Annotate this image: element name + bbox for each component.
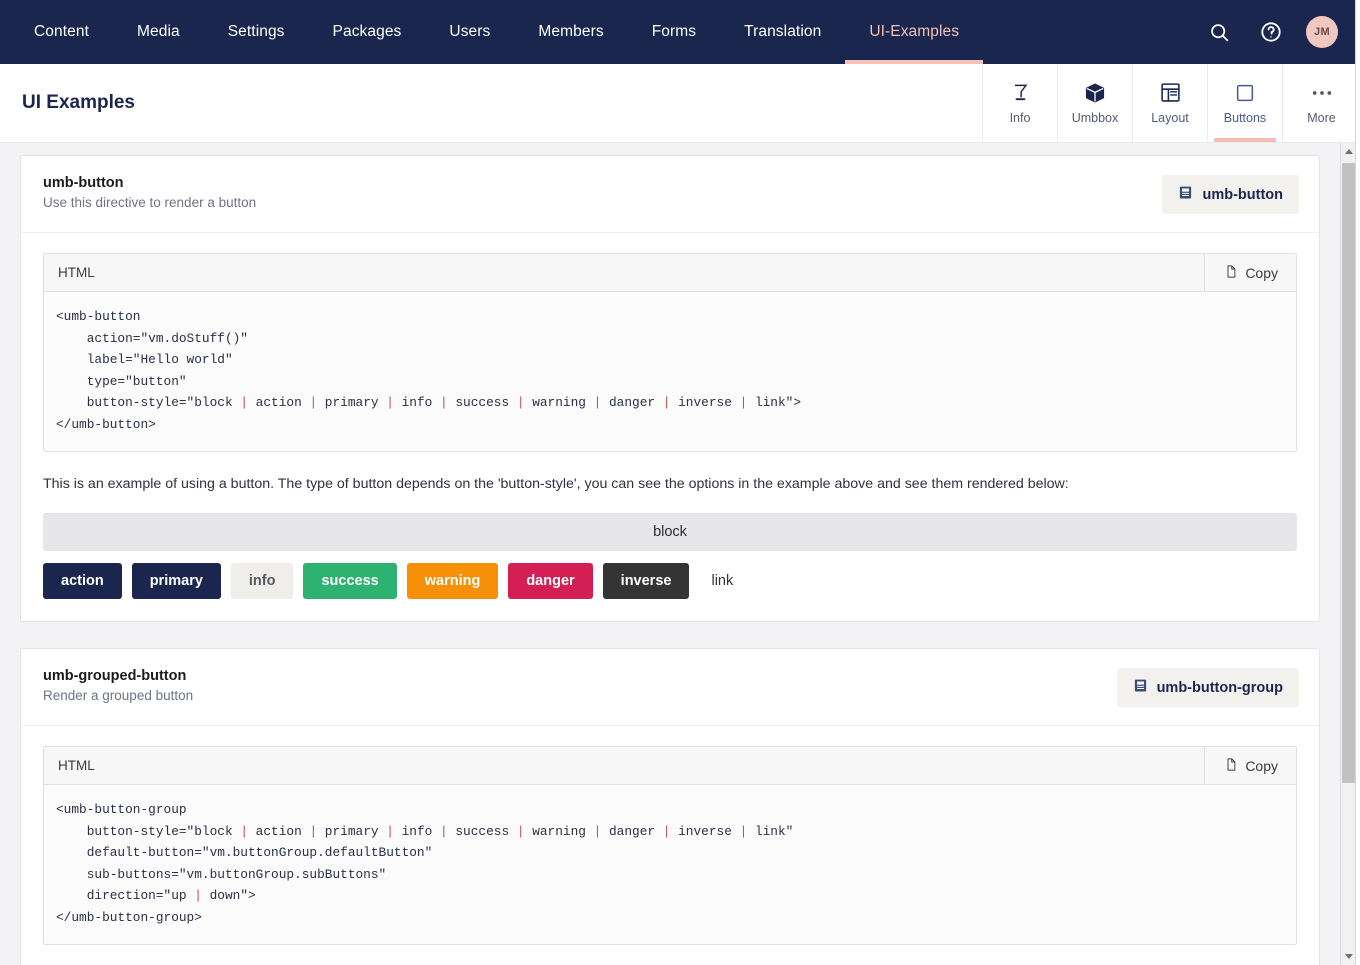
topnav-label: Forms <box>651 23 697 40</box>
book-icon <box>1133 678 1148 697</box>
code-block: HTML Copy <umb-button-group button-style… <box>43 746 1297 946</box>
code-block-header: HTML Copy <box>44 747 1296 786</box>
tab-label: Umbbox <box>1071 110 1119 125</box>
search-icon[interactable] <box>1202 15 1236 49</box>
card-header-text: umb-button Use this directive to render … <box>43 175 1162 210</box>
topnav-item-packages[interactable]: Packages <box>309 0 426 64</box>
tab-label: Info <box>1009 110 1031 125</box>
tab-label: More <box>1307 110 1336 125</box>
demo-button-primary[interactable]: primary <box>131 562 221 600</box>
code-language-label: HTML <box>58 758 95 774</box>
card-subtitle: Render a grouped button <box>43 688 194 704</box>
trophy-icon <box>1011 82 1030 104</box>
docs-badge-label: umb-button <box>1202 186 1283 203</box>
card-body: HTML Copy <umb-button-group button-style… <box>21 726 1319 965</box>
topnav-item-ui-examples[interactable]: UI-Examples <box>845 0 983 64</box>
code-language-label: HTML <box>58 265 95 280</box>
square-icon <box>1235 82 1255 104</box>
card-umb-button: umb-button Use this directive to render … <box>20 155 1320 623</box>
sub-header: UI Examples Info Umbbox Layout Buttons M… <box>0 64 1360 143</box>
topnav-label: Content <box>34 23 89 40</box>
vertical-scrollbar[interactable] <box>1340 143 1356 965</box>
docs-badge-umb-button[interactable]: umb-button <box>1162 175 1299 214</box>
copy-icon <box>1223 757 1238 775</box>
ellipsis-icon <box>1311 82 1333 104</box>
card-header: umb-grouped-button Render a grouped butt… <box>21 649 1319 727</box>
copy-button[interactable]: Copy <box>1204 747 1296 785</box>
topnav-item-translation[interactable]: Translation <box>720 0 845 64</box>
copy-label: Copy <box>1245 264 1278 281</box>
card-title: umb-button <box>43 175 124 191</box>
section-description: This is an example of using a button. Th… <box>43 476 1069 492</box>
demo-button-inverse[interactable]: inverse <box>602 562 690 600</box>
book-icon <box>1178 185 1193 204</box>
demo-button-info[interactable]: info <box>230 562 294 600</box>
demo-button-success[interactable]: success <box>303 562 397 600</box>
help-circle-icon[interactable] <box>1254 15 1288 49</box>
top-nav-items: Content Media Settings Packages Users Me… <box>10 0 983 64</box>
avatar[interactable]: JM <box>1306 16 1338 48</box>
topnav-item-members[interactable]: Members <box>514 0 627 64</box>
topnav-label: UI-Examples <box>869 23 960 40</box>
code-content[interactable]: <umb-button-group button-style="block | … <box>44 785 1296 944</box>
sub-tabs: Info Umbbox Layout Buttons More <box>982 64 1360 142</box>
tab-info[interactable]: Info <box>982 64 1057 142</box>
page-title: UI Examples <box>22 92 135 113</box>
demo-button-warning[interactable]: warning <box>406 562 499 600</box>
topnav-item-users[interactable]: Users <box>425 0 514 64</box>
topnav-label: Translation <box>744 23 822 40</box>
docs-badge-umb-button-group[interactable]: umb-button-group <box>1116 668 1299 708</box>
card-title: umb-grouped-button <box>43 668 187 685</box>
topnav-item-content[interactable]: Content <box>10 0 113 64</box>
docs-badge-label: umb-button-group <box>1156 679 1283 696</box>
card-body: HTML Copy <umb-button action="vm.doStuff… <box>21 233 1319 621</box>
tab-buttons[interactable]: Buttons <box>1207 64 1282 142</box>
top-navigation-bar: Content Media Settings Packages Users Me… <box>0 0 1360 64</box>
tab-label: Layout <box>1151 110 1189 125</box>
demo-button-action[interactable]: action <box>43 562 122 600</box>
topnav-item-forms[interactable]: Forms <box>628 0 720 64</box>
copy-button[interactable]: Copy <box>1204 254 1296 291</box>
layout-icon <box>1160 82 1181 104</box>
copy-icon <box>1223 264 1238 282</box>
topnav-label: Members <box>538 23 604 40</box>
window-edge <box>1355 0 1360 965</box>
code-block: HTML Copy <umb-button action="vm.doStuff… <box>43 253 1297 452</box>
copy-label: Copy <box>1245 757 1278 774</box>
topnav-item-media[interactable]: Media <box>113 0 204 64</box>
demo-button-link[interactable]: link <box>699 563 745 600</box>
content-scroll-area[interactable]: umb-button Use this directive to render … <box>0 143 1340 965</box>
tab-more[interactable]: More <box>1282 64 1360 142</box>
code-block-header: HTML Copy <box>44 254 1296 292</box>
tab-layout[interactable]: Layout <box>1132 64 1207 142</box>
topnav-label: Settings <box>227 23 285 40</box>
tab-umbbox[interactable]: Umbbox <box>1057 64 1132 142</box>
demo-button-danger[interactable]: danger <box>508 562 593 600</box>
topnav-label: Packages <box>332 23 402 40</box>
avatar-initials: JM <box>1314 26 1330 38</box>
topnav-item-settings[interactable]: Settings <box>204 0 309 64</box>
demo-button-row: action primary info success warning dang… <box>43 562 1297 600</box>
card-header-text: umb-grouped-button Render a grouped butt… <box>43 668 1117 703</box>
topnav-label: Media <box>137 23 180 40</box>
code-content[interactable]: <umb-button action="vm.doStuff()" label=… <box>44 292 1296 451</box>
box-icon <box>1084 82 1106 104</box>
top-nav-actions: JM <box>1202 0 1360 64</box>
card-umb-grouped-button: umb-grouped-button Render a grouped butt… <box>20 648 1320 965</box>
card-subtitle: Use this directive to render a button <box>43 195 257 210</box>
topnav-label: Users <box>449 23 491 40</box>
tab-label: Buttons <box>1223 110 1267 125</box>
scrollbar-thumb[interactable] <box>1342 163 1356 783</box>
button-demo: block action primary info success warnin… <box>43 512 1297 600</box>
demo-button-block[interactable]: block <box>43 512 1297 551</box>
card-header: umb-button Use this directive to render … <box>21 156 1319 233</box>
